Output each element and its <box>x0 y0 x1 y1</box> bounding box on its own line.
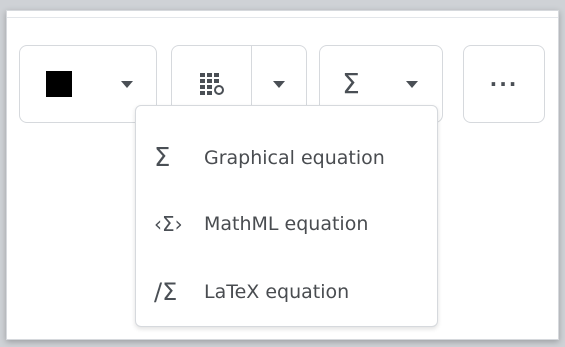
color-swatch-segment[interactable] <box>20 46 98 122</box>
more-button-inner[interactable]: ··· <box>464 46 544 122</box>
menu-item-graphical-equation[interactable]: Σ Graphical equation <box>136 128 437 188</box>
table-grid-icon <box>199 73 224 95</box>
menu-item-mathml-equation[interactable]: ‹Σ› MathML equation <box>136 194 437 254</box>
more-icon: ··· <box>489 72 519 96</box>
equation-menu: Σ Graphical equation ‹Σ› MathML equation… <box>135 105 438 327</box>
menu-item-latex-equation[interactable]: /Σ LaTeX equation <box>136 262 437 322</box>
chevron-down-icon <box>121 80 133 88</box>
sigma-icon: Σ <box>342 67 360 100</box>
menu-item-label: Graphical equation <box>204 147 385 169</box>
color-swatch <box>46 71 72 97</box>
mathml-icon: ‹Σ› <box>154 212 183 236</box>
editor-toolbar-frame: Σ ··· Σ Graphical equation ‹Σ› MathML eq… <box>6 10 559 340</box>
more-button[interactable]: ··· <box>463 45 545 123</box>
chevron-down-icon <box>406 80 418 88</box>
latex-icon: /Σ <box>154 278 178 306</box>
sigma-icon: Σ <box>154 143 171 173</box>
menu-item-label: MathML equation <box>204 213 369 235</box>
menu-item-label: LaTeX equation <box>204 281 350 303</box>
divider <box>7 17 558 18</box>
chevron-down-icon <box>273 80 286 88</box>
